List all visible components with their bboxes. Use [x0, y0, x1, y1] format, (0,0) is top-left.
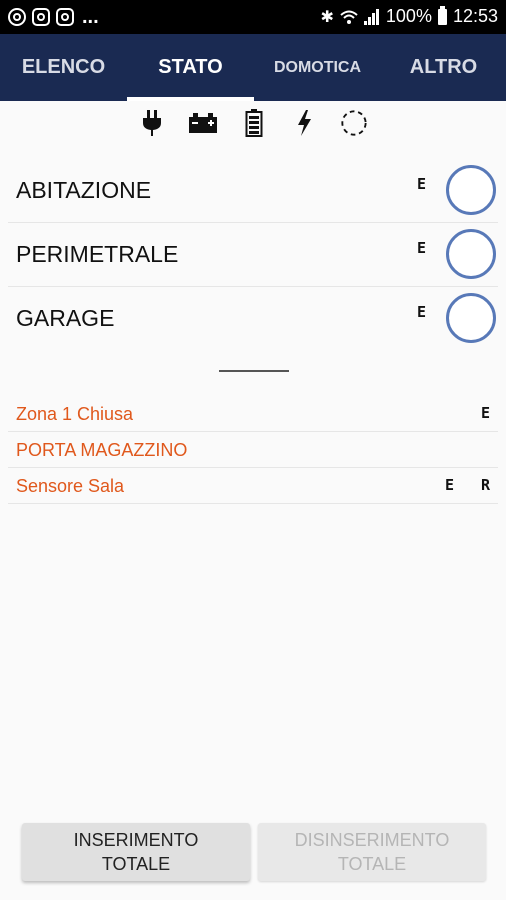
lightning-icon — [290, 109, 318, 137]
zone-flag-1: E — [444, 476, 454, 494]
area-toggle-button[interactable] — [446, 293, 496, 343]
area-toggle-button[interactable] — [446, 165, 496, 215]
zone-flag-2: R — [480, 476, 490, 494]
system-status-icons — [0, 101, 506, 145]
tab-stato[interactable]: STATO — [127, 34, 254, 101]
signal-icon — [363, 8, 380, 25]
zone-name: PORTA MAGAZZINO — [16, 440, 188, 460]
area-name: ABITAZIONE — [16, 177, 152, 203]
section-divider — [219, 370, 289, 372]
power-plug-icon — [138, 109, 166, 137]
status-bar: ... ✱ 100% 12:53 — [0, 0, 506, 34]
notification-icons: ... — [8, 6, 99, 28]
area-status-flag: E — [416, 303, 426, 321]
area-status-flag: E — [416, 239, 426, 257]
car-battery-icon — [188, 109, 218, 137]
zone-row[interactable]: Zona 1 Chiusa E — [8, 396, 498, 432]
tab-altro[interactable]: ALTRO — [381, 34, 506, 101]
zone-row[interactable]: Sensore Sala E R — [8, 468, 498, 504]
tab-domotica[interactable]: DOMOTICA — [254, 34, 381, 101]
system-icons: ✱ 100% 12:53 — [320, 5, 498, 27]
zone-name: Zona 1 Chiusa — [16, 404, 134, 424]
clock: 12:53 — [452, 6, 498, 26]
wifi-icon — [340, 10, 358, 24]
dotted-circle-icon — [340, 109, 368, 137]
zone-flag-2: E — [480, 404, 490, 422]
instagram-icon — [56, 8, 74, 26]
arm-all-button[interactable]: INSERIMENTO TOTALE — [22, 823, 250, 881]
area-toggle-button[interactable] — [446, 229, 496, 279]
area-row-abitazione: ABITAZIONE E — [8, 159, 498, 223]
bluetooth-icon: ✱ — [320, 8, 334, 26]
battery-percentage: 100% — [385, 6, 432, 26]
zone-row[interactable]: PORTA MAGAZZINO — [8, 432, 498, 468]
more-notifications: ... — [82, 6, 99, 28]
area-status-flag: E — [416, 175, 426, 193]
tab-elenco[interactable]: ELENCO — [0, 34, 127, 101]
area-row-perimetrale: PERIMETRALE E — [8, 223, 498, 287]
disarm-all-button: DISINSERIMENTO TOTALE — [258, 823, 486, 881]
app-icon — [8, 8, 26, 26]
area-row-garage: GARAGE E — [8, 287, 498, 351]
battery-icon — [437, 5, 447, 25]
zone-name: Sensore Sala — [16, 476, 125, 496]
area-name: GARAGE — [16, 305, 115, 331]
battery-full-icon — [240, 109, 268, 137]
area-name: PERIMETRALE — [16, 241, 179, 267]
instagram-icon — [32, 8, 50, 26]
tab-bar: ELENCO STATO DOMOTICA ALTRO — [0, 34, 506, 101]
